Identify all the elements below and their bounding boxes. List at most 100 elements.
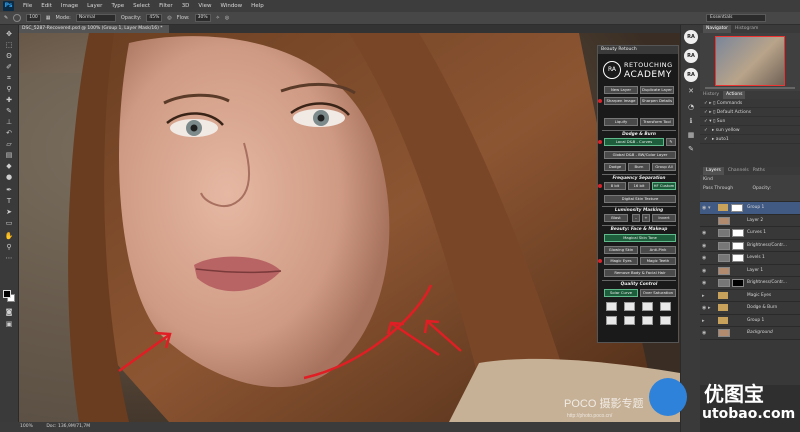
tab-layers[interactable]: Layers	[703, 167, 724, 175]
liquify-button[interactable]: Liquify	[604, 118, 638, 126]
brush-size-field[interactable]: 100	[26, 14, 41, 22]
local-dnb-curves-button[interactable]: Local D&B - Curves	[604, 138, 664, 146]
path-select-tool-icon[interactable]: ➤	[3, 207, 15, 217]
action-sun-yellow[interactable]: ✓ ▸ sun yellow	[700, 126, 800, 135]
menu-select[interactable]: Select	[133, 3, 150, 9]
new-layer-button[interactable]: New Layer	[604, 86, 638, 94]
menu-file[interactable]: File	[23, 3, 32, 9]
layer-row[interactable]: ▸ Group 1	[700, 315, 800, 327]
qc-tool-2-icon[interactable]	[624, 302, 635, 311]
action-auto1[interactable]: ✓ ▸ auto1	[700, 135, 800, 144]
over-saturation-button[interactable]: Over Saturation	[640, 289, 676, 297]
menu-image[interactable]: Image	[61, 3, 78, 9]
layer-row[interactable]: ◉ Background	[700, 327, 800, 340]
tab-history[interactable]: History	[703, 91, 719, 99]
quick-select-tool-icon[interactable]: ✐	[3, 62, 15, 72]
layer-row[interactable]: ◉ Levels 1	[700, 252, 800, 265]
healing-tool-icon[interactable]: ✚	[3, 95, 15, 105]
global-dnb-button[interactable]: Global D&B - BW/Color Layer	[604, 151, 676, 159]
minus-button[interactable]: –	[632, 214, 640, 222]
mode-select[interactable]: Normal	[75, 14, 116, 22]
magic-teeth-button[interactable]: Magic Teeth	[640, 257, 676, 265]
menu-view[interactable]: View	[198, 3, 211, 9]
type-tool-icon[interactable]: T	[3, 196, 15, 206]
menu-help[interactable]: Help	[251, 3, 264, 9]
action-set-sun[interactable]: ✓ ▾ ▯ Sun	[700, 117, 800, 126]
dodge-button[interactable]: Dodge	[604, 163, 626, 171]
sharpen-details-button[interactable]: Sharpen Details	[640, 97, 674, 105]
eye-icon[interactable]: ▸	[702, 290, 705, 302]
eye-icon[interactable]: ▸	[702, 315, 705, 327]
info-icon[interactable]: ℹ	[686, 117, 696, 126]
tab-paths[interactable]: Paths	[753, 167, 765, 175]
remove-hair-button[interactable]: Remove Body & Facial Hair	[604, 269, 676, 277]
glowing-skin-button[interactable]: Glowing Skin	[604, 246, 638, 254]
menu-layer[interactable]: Layer	[87, 3, 102, 9]
burn-button[interactable]: Burn	[628, 163, 650, 171]
document-tab[interactable]: DSC_5287-Recovered.psd @ 100% (Group 1, …	[19, 25, 169, 33]
tab-navigator[interactable]: Navigator	[703, 25, 732, 33]
brush-settings-icon[interactable]: ✎	[666, 138, 676, 146]
pressure-size-icon[interactable]: ◎	[225, 15, 229, 21]
invert-button[interactable]: Invert	[652, 214, 676, 222]
brush-preview-icon[interactable]	[13, 14, 22, 22]
menu-window[interactable]: Window	[220, 3, 242, 9]
menu-type[interactable]: Type	[111, 3, 124, 9]
qc-tool-3-icon[interactable]	[642, 302, 653, 311]
foreground-color-swatch[interactable]	[3, 290, 11, 298]
properties-icon[interactable]: ▦	[686, 131, 696, 140]
plus-button[interactable]: +	[642, 214, 650, 222]
gradient-tool-icon[interactable]: ▤	[3, 150, 15, 160]
kind-filter[interactable]: Kind	[703, 177, 713, 182]
screen-mode-icon[interactable]: ▣	[3, 319, 15, 329]
marquee-tool-icon[interactable]: ⬚	[3, 40, 15, 50]
lasso-tool-icon[interactable]: ʘ	[3, 51, 15, 61]
image-canvas[interactable]: POCO 摄影专题 http://photo.poco.cn/	[19, 33, 680, 422]
menu-3d[interactable]: 3D	[182, 3, 190, 9]
brush-tool-icon[interactable]: ✎	[4, 15, 8, 21]
pressure-opacity-icon[interactable]: ◎	[167, 15, 171, 21]
layer-row[interactable]: ◉ ▾ Group 1	[700, 202, 800, 215]
history-brush-tool-icon[interactable]: ↶	[3, 128, 15, 138]
action-set-default[interactable]: ✓ ▸ ▯ Default Actions	[700, 108, 800, 117]
pen-tool-icon[interactable]: ✒	[3, 185, 15, 195]
layer-row[interactable]: ◉ Curves 1	[700, 227, 800, 240]
qc-tool-1-icon[interactable]	[606, 302, 617, 311]
move-tool-icon[interactable]: ✥	[3, 29, 15, 39]
eye-icon[interactable]: ◉ ▸	[702, 302, 710, 314]
anti-pink-button[interactable]: Anti-Pink	[640, 246, 676, 254]
layer-row[interactable]: ◉ Layer 1	[700, 265, 800, 277]
airbrush-icon[interactable]: ✧	[216, 15, 220, 21]
workspace-select[interactable]: Essentials	[706, 14, 766, 22]
layer-row[interactable]: Layer 2	[700, 215, 800, 227]
qc-tool-6-icon[interactable]	[624, 316, 635, 325]
eye-icon[interactable]: ◉	[702, 277, 706, 289]
eraser-tool-icon[interactable]: ▱	[3, 139, 15, 149]
8bit-button[interactable]: 8 bit	[604, 182, 626, 190]
magical-skin-tone-button[interactable]: Magical Skin Tone	[604, 234, 676, 242]
layer-row[interactable]: ◉ Brightness/Contr...	[700, 277, 800, 290]
tab-histogram[interactable]: Histogram	[735, 25, 758, 33]
layer-mask-thumb[interactable]	[731, 204, 743, 212]
eye-icon[interactable]: ◉ ▾	[702, 202, 710, 214]
layer-row[interactable]: ◉ Brightness/Contr...	[700, 240, 800, 252]
shape-tool-icon[interactable]: ▭	[3, 218, 15, 228]
qc-tool-7-icon[interactable]	[642, 316, 653, 325]
tab-channels[interactable]: Channels	[728, 167, 749, 175]
eye-icon[interactable]: ◉	[702, 265, 706, 277]
transform-tool-button[interactable]: Transform Tool	[640, 118, 674, 126]
crop-tool-icon[interactable]: ⌗	[3, 73, 15, 83]
ra-panel-button-1[interactable]: RA	[684, 30, 698, 44]
qc-tool-5-icon[interactable]	[606, 316, 617, 325]
eye-icon[interactable]: ◉	[702, 252, 706, 264]
qc-tool-4-icon[interactable]	[660, 302, 671, 311]
zoom-readout[interactable]: 100%	[20, 424, 33, 429]
eye-icon[interactable]: ◉	[702, 327, 706, 339]
duplicate-layer-button[interactable]: Duplicate Layer	[640, 86, 674, 94]
blend-mode-select[interactable]: Pass Through	[703, 186, 733, 191]
history-icon[interactable]: ◔	[686, 103, 696, 112]
dodge-tool-icon[interactable]: ●	[3, 172, 15, 182]
navigator-thumbnail[interactable]	[715, 36, 785, 86]
clone-stamp-tool-icon[interactable]: ⊥	[3, 117, 15, 127]
tab-actions[interactable]: Actions	[723, 91, 746, 99]
